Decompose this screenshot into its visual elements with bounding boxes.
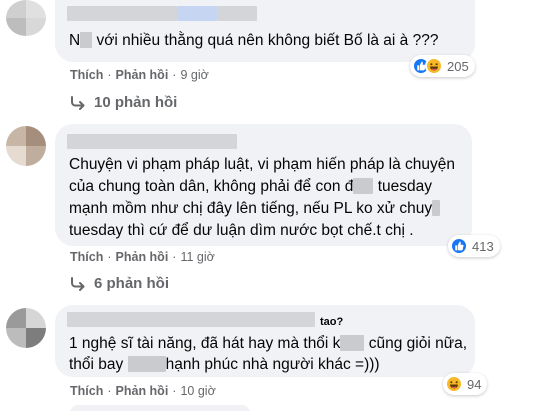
replies-count: 6 phản hồi <box>94 275 169 292</box>
comment-actions: Thích · Phản hồi · 9 giờ <box>70 68 209 82</box>
comment-text: mạnh mồm như chị đây lên tiếng, nếu PL k… <box>69 198 441 220</box>
author-name[interactable] <box>177 6 217 21</box>
reply-button[interactable]: Phản hồi <box>116 384 169 398</box>
timestamp[interactable]: 9 giờ <box>180 68 208 82</box>
haha-icon <box>445 375 463 393</box>
view-replies-button[interactable]: 6 phản hồi <box>70 275 169 292</box>
reply-button[interactable]: Phản hồi <box>116 68 169 82</box>
reply-arrow-icon <box>71 276 85 291</box>
like-button[interactable]: Thích <box>70 250 103 264</box>
haha-icon <box>425 57 443 75</box>
reaction-summary[interactable]: 205 <box>410 55 475 77</box>
comment-text: thổi bay hạnh phúc nhà người khác =))) <box>69 356 380 373</box>
comment-text: của chung toàn dân, không phải để con đ … <box>69 178 433 195</box>
like-button[interactable]: Thích <box>70 384 103 398</box>
author-name[interactable] <box>67 134 237 149</box>
comment-bubble: tao? 1 nghệ sĩ tài năng, đã hát hay mà t… <box>55 305 475 377</box>
comment-bubble: Chuyện vi phạm pháp luật, vi phạm hiến p… <box>55 124 472 246</box>
reaction-count: 413 <box>472 238 494 254</box>
author-name[interactable] <box>217 6 257 21</box>
next-comment-bubble <box>70 405 250 411</box>
comment-actions: Thích · Phản hồi · 10 giờ <box>70 384 216 398</box>
timestamp[interactable]: 10 giờ <box>180 384 215 398</box>
avatar[interactable] <box>6 308 46 348</box>
comment-text: N với nhiều thằng quá nên không biết Bố … <box>69 32 439 49</box>
replies-count: 10 phản hồi <box>94 94 178 111</box>
reaction-summary[interactable]: 94 <box>443 373 488 395</box>
reaction-count: 205 <box>447 58 469 74</box>
author-name[interactable] <box>67 6 177 21</box>
reply-arrow-icon <box>71 95 85 110</box>
reaction-summary[interactable]: 413 <box>448 235 500 257</box>
comment-bubble: N với nhiều thằng quá nên không biết Bố … <box>55 0 475 62</box>
comment-text: tuesday thì cứ để dư luận dìm nước bọt c… <box>69 222 414 239</box>
comment-actions: Thích · Phản hồi · 11 giờ <box>70 250 215 264</box>
comment-text: Chuyện vi phạm pháp luật, vi phạm hiến p… <box>69 156 456 173</box>
timestamp[interactable]: 11 giờ <box>180 250 214 264</box>
like-button[interactable]: Thích <box>70 68 103 82</box>
comment-text: 1 nghệ sĩ tài năng, đã hát hay mà thổi k… <box>69 335 468 352</box>
reaction-count: 94 <box>467 376 482 392</box>
reply-button[interactable]: Phản hồi <box>116 250 169 264</box>
author-name-suffix: tao? <box>320 316 344 328</box>
like-icon <box>450 237 468 255</box>
view-replies-button[interactable]: 10 phản hồi <box>70 94 177 111</box>
author-name[interactable] <box>67 312 315 327</box>
avatar[interactable] <box>6 0 46 36</box>
avatar[interactable] <box>6 126 46 166</box>
